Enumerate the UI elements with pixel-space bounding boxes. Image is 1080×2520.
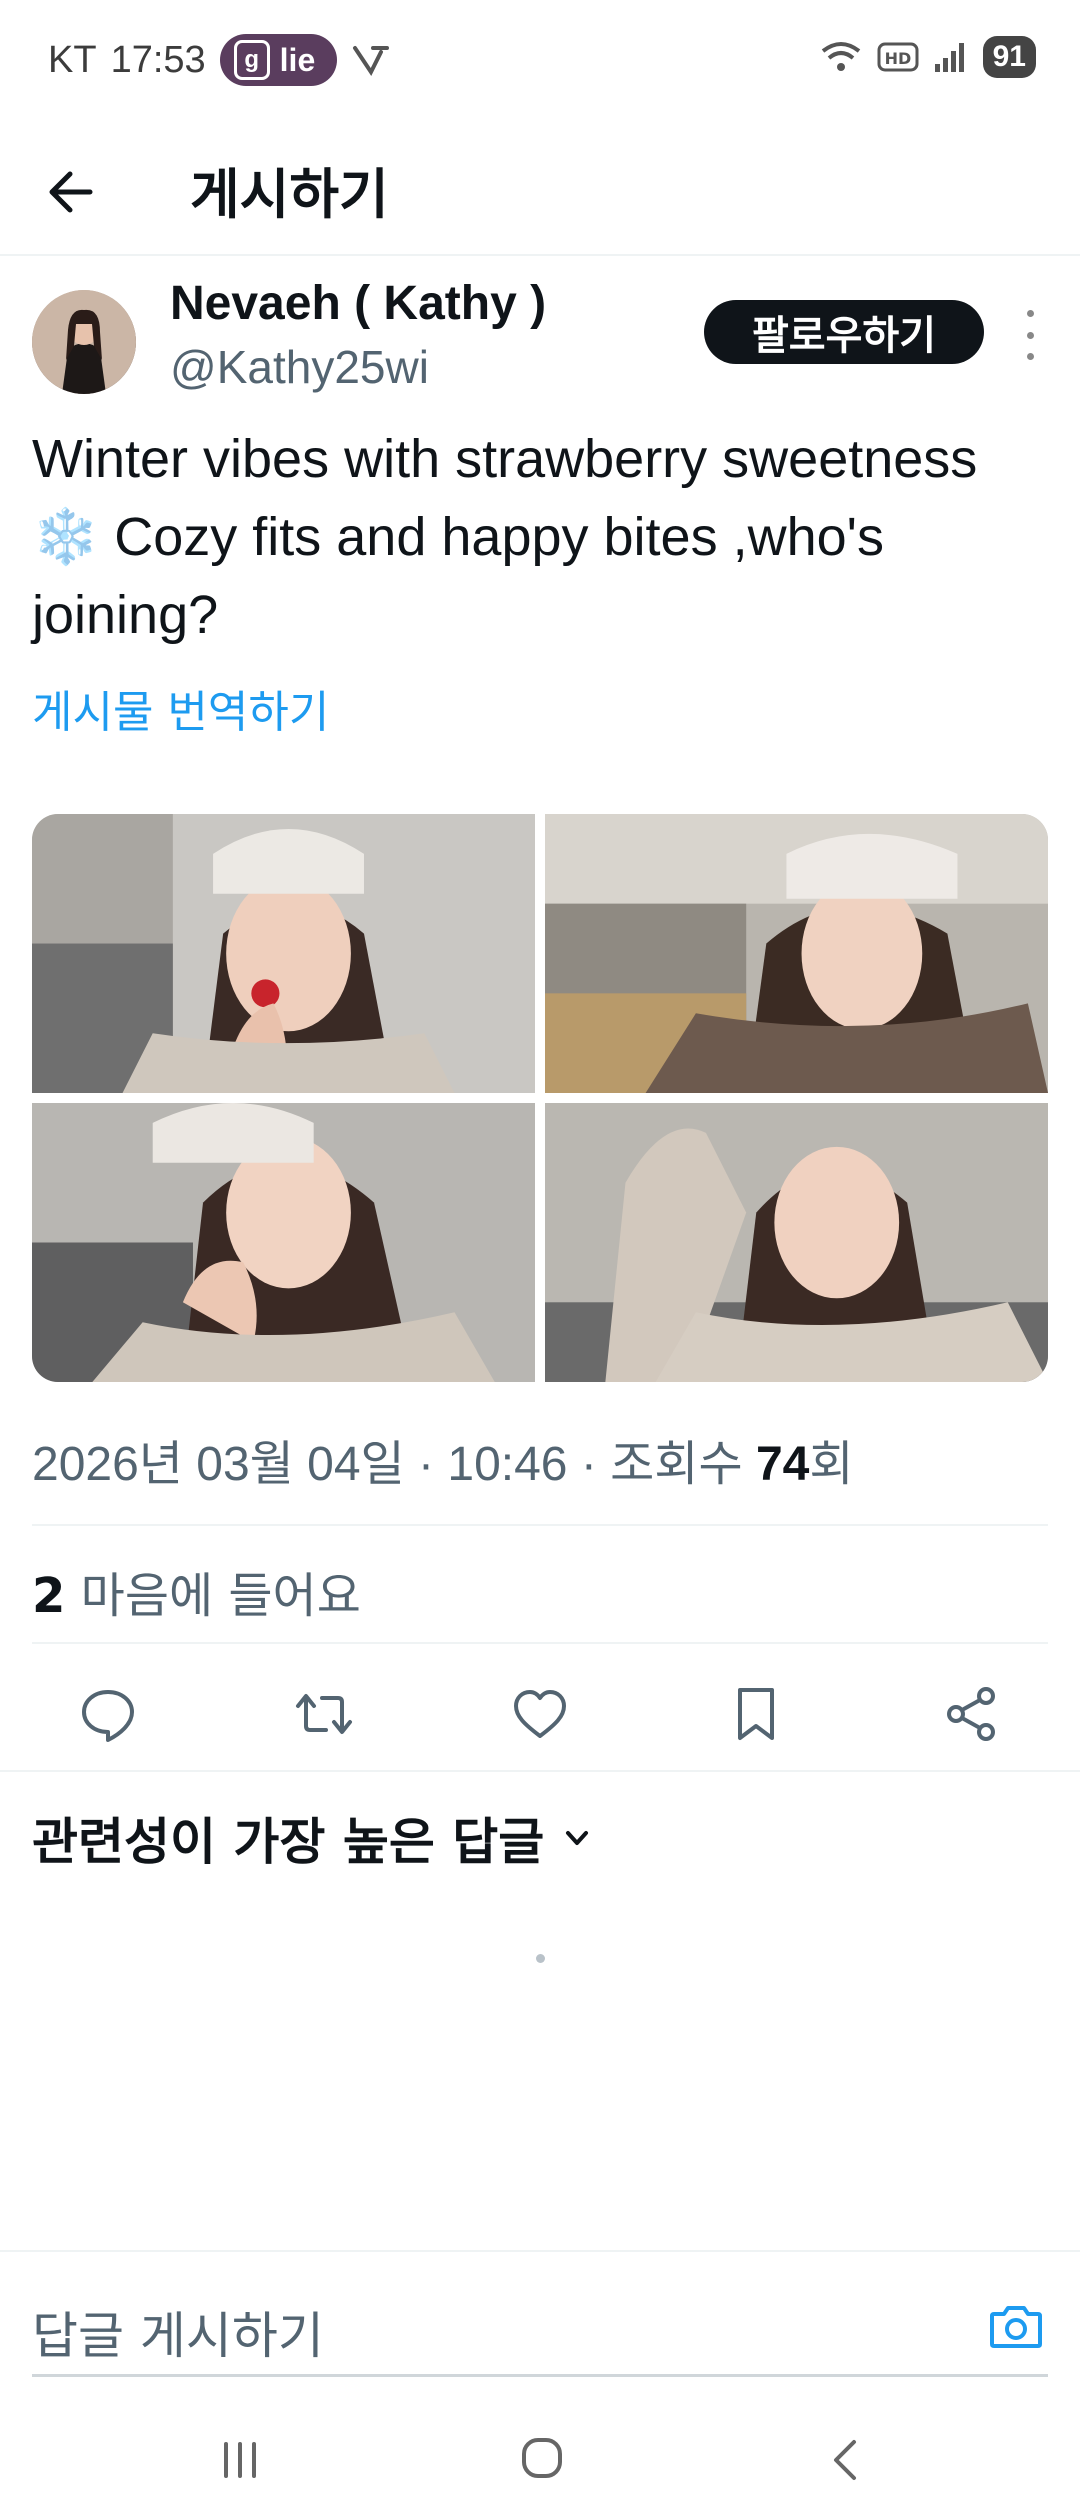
top-app-bar <box>0 120 1080 256</box>
muted-network-icon <box>353 46 390 76</box>
reply-input[interactable]: 답글 게시하기 <box>32 2296 324 2368</box>
chevron-down-icon <box>566 1831 589 1845</box>
app-notification-pill: g lie <box>219 34 338 86</box>
page-title: 게시하기 <box>190 163 389 226</box>
post-photo-3[interactable] <box>32 1103 535 1382</box>
repost-icon[interactable] <box>292 1682 356 1746</box>
battery-indicator: 91 <box>982 36 1036 78</box>
home-icon[interactable] <box>518 2434 566 2482</box>
post-photo-2[interactable] <box>545 814 1048 1093</box>
g-app-icon: g <box>233 40 270 80</box>
hd-icon: HD <box>877 42 919 72</box>
likes-summary[interactable]: 2 마음에 들어요 <box>32 1556 361 1626</box>
clock: 17:53 <box>110 38 206 81</box>
divider <box>32 1524 1048 1526</box>
post-text: Winter vibes with strawberry sweetness ❄… <box>32 429 978 645</box>
divider <box>0 1770 1080 1772</box>
bookmark-icon[interactable] <box>724 1682 788 1746</box>
photo-grid <box>32 814 1048 1382</box>
status-left: KT 17:53 g lie <box>48 34 391 86</box>
post-photo-1[interactable] <box>32 814 535 1093</box>
author-handle[interactable]: @Kathy25wi <box>170 340 429 394</box>
avatar-image <box>32 290 136 394</box>
pill-label: lie <box>279 41 316 78</box>
divider <box>0 2250 1080 2252</box>
like-heart-icon[interactable] <box>508 1682 572 1746</box>
back-arrow-icon[interactable] <box>40 160 104 224</box>
reply-input-underline <box>32 2374 1048 2377</box>
author-name[interactable]: Nevaeh ( Kathy ) <box>170 276 546 331</box>
avatar[interactable] <box>32 290 136 394</box>
loading-indicator <box>536 1954 545 1963</box>
carrier-label: KT <box>48 38 97 81</box>
wifi-icon <box>821 42 860 71</box>
share-icon[interactable] <box>940 1682 1004 1746</box>
reply-sort-label: 관련성이 가장 높은 답글 <box>32 1813 545 1871</box>
view-suffix: 회 <box>809 1438 854 1491</box>
back-nav-icon[interactable] <box>822 2436 870 2484</box>
post-timestamp: 2026년 03월 04일 · 10:46 · 조회수 74회 <box>32 1424 854 1494</box>
view-count: 74 <box>755 1438 810 1491</box>
more-options-icon[interactable] <box>1010 310 1050 360</box>
system-navigation-bar <box>0 2400 1080 2520</box>
reply-sort-dropdown[interactable]: 관련성이 가장 높은 답글 <box>32 1802 592 1874</box>
signal-icon <box>934 43 964 72</box>
status-bar: KT 17:53 g lie HD 91 <box>0 0 1080 120</box>
recent-apps-icon[interactable] <box>216 2436 264 2484</box>
likes-label: 마음에 들어요 <box>65 1568 361 1624</box>
status-right: HD 91 <box>819 36 1036 78</box>
reply-icon[interactable] <box>76 1682 140 1746</box>
post-date: 2026년 03월 04일 · 10:46 · 조회수 <box>32 1438 756 1491</box>
translate-link[interactable]: 게시물 번역하기 <box>32 676 329 740</box>
camera-icon[interactable] <box>986 2296 1046 2356</box>
action-bar <box>0 1660 1080 1770</box>
svg-text:HD: HD <box>884 49 911 68</box>
divider <box>32 1642 1048 1644</box>
follow-button[interactable]: 팔로우하기 <box>704 300 984 364</box>
likes-count: 2 <box>32 1568 66 1624</box>
post-photo-4[interactable] <box>545 1103 1048 1382</box>
